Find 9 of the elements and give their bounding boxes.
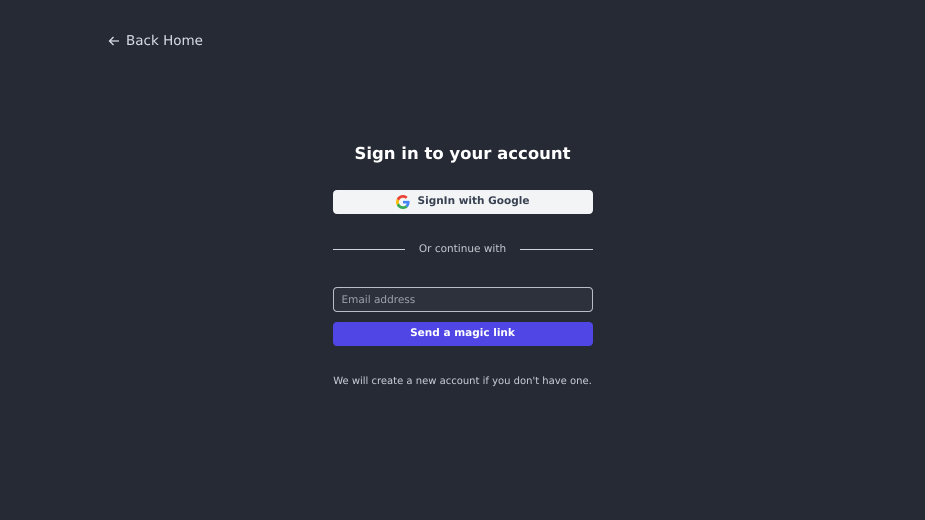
google-icon [396, 194, 410, 209]
page-title: Sign in to your account [353, 144, 572, 164]
back-arrow-icon [108, 35, 120, 47]
email-field[interactable]: Email address [332, 287, 592, 312]
send-magic-link-button[interactable]: Send a magic link [332, 322, 592, 346]
divider-label: Or continue with [418, 242, 506, 257]
back-home-link[interactable]: Back Home [108, 30, 203, 52]
account-note: We will create a new account if you don't have one. [332, 375, 593, 390]
google-signin-button[interactable]: SignIn with Google [332, 190, 592, 214]
